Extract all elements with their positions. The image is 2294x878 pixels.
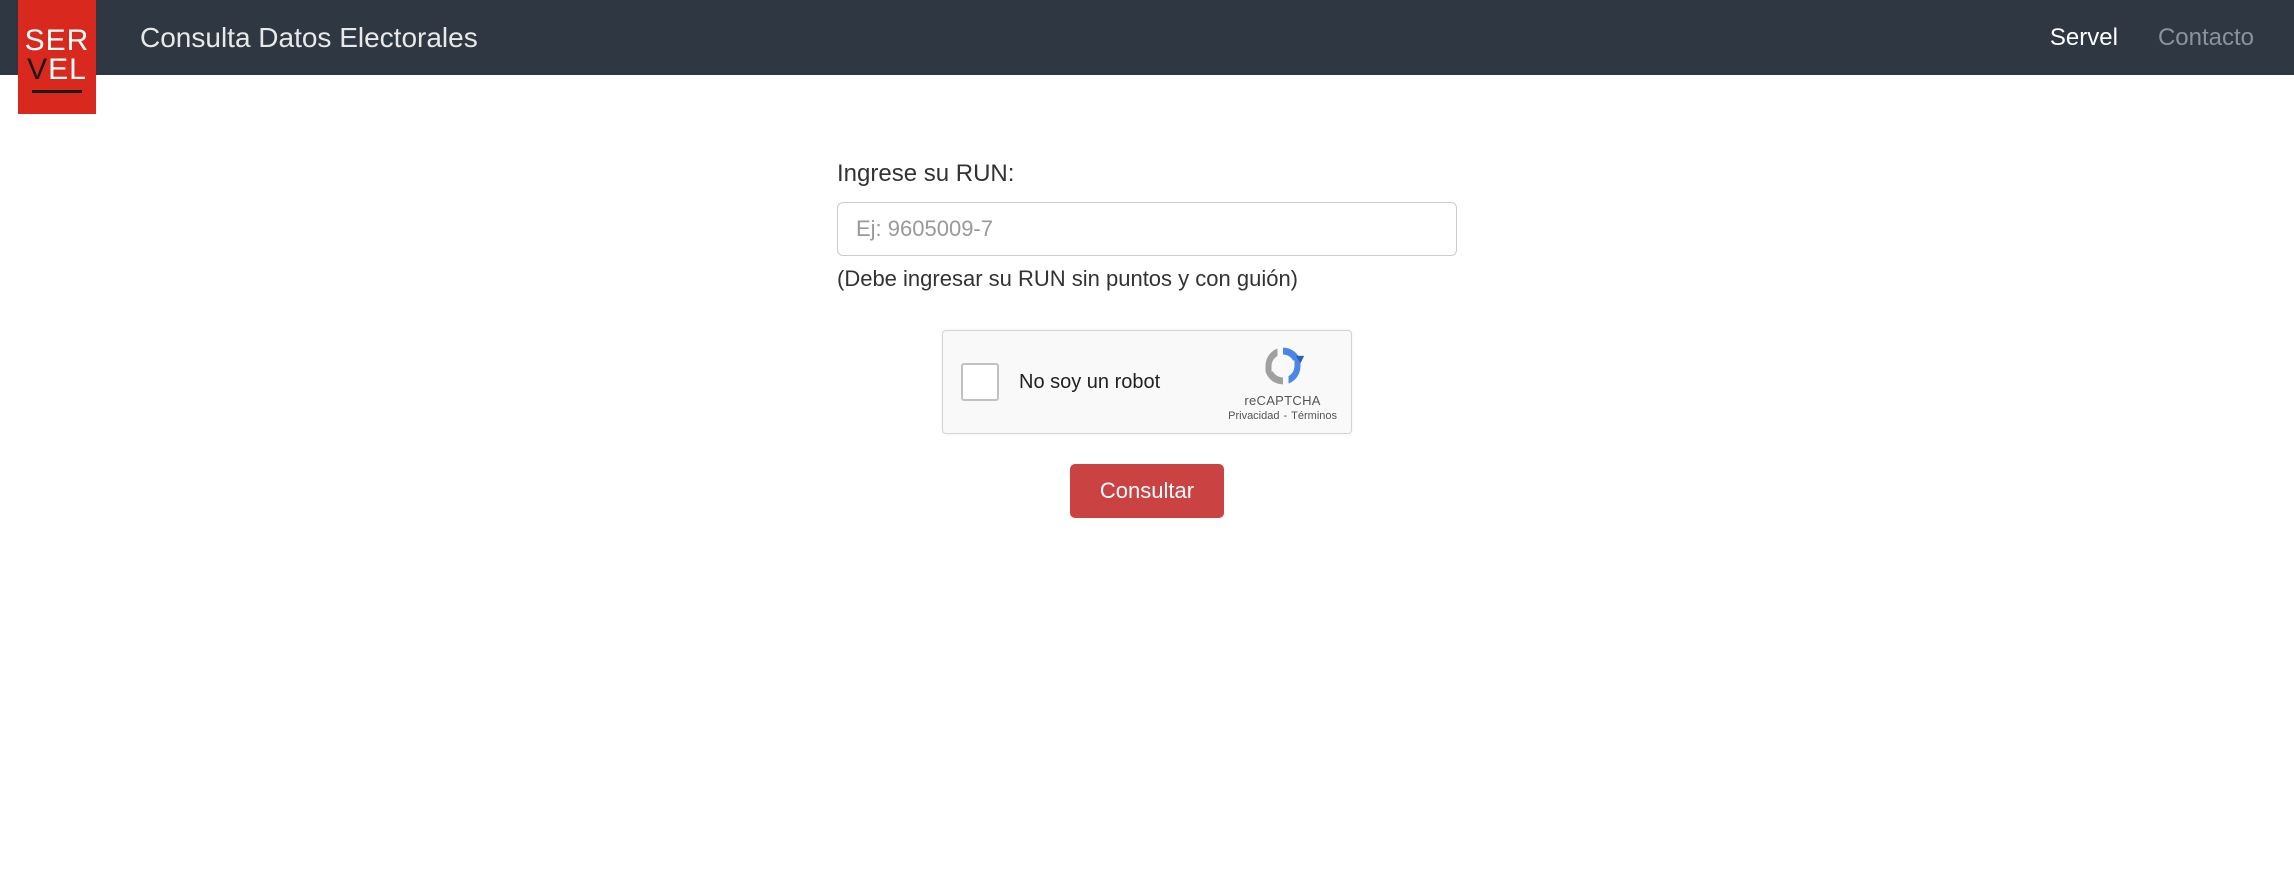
recaptcha-wrapper: No soy un robot reCAPTCHA Privacidad - T…	[837, 330, 1457, 434]
consultar-button[interactable]: Consultar	[1070, 464, 1224, 518]
recaptcha-brand-text: reCAPTCHA	[1244, 393, 1320, 408]
nav-link-servel[interactable]: Servel	[2050, 24, 2118, 52]
recaptcha-label: No soy un robot	[1019, 371, 1228, 394]
page-title: Consulta Datos Electorales	[140, 22, 478, 54]
run-label: Ingrese su RUN:	[837, 160, 1457, 188]
servel-logo[interactable]: SER VEL	[18, 0, 96, 114]
submit-wrapper: Consultar	[837, 464, 1457, 518]
recaptcha-links: Privacidad - Términos	[1228, 410, 1337, 422]
run-form: Ingrese su RUN: (Debe ingresar su RUN si…	[837, 160, 1457, 518]
logo-line-2: VEL	[27, 56, 87, 85]
nav-link-contacto[interactable]: Contacto	[2158, 24, 2254, 52]
recaptcha-separator: -	[1283, 410, 1287, 422]
logo-underline	[32, 90, 82, 93]
recaptcha-icon	[1260, 343, 1306, 389]
logo-line-1: SER	[25, 27, 90, 56]
nav-links: Servel Contacto	[2050, 24, 2254, 52]
recaptcha-brand: reCAPTCHA Privacidad - Términos	[1228, 343, 1337, 422]
run-help-text: (Debe ingresar su RUN sin puntos y con g…	[837, 266, 1457, 292]
navbar: SER VEL Consulta Datos Electorales Serve…	[0, 0, 2294, 75]
recaptcha-checkbox[interactable]	[961, 363, 999, 401]
main-content: Ingrese su RUN: (Debe ingresar su RUN si…	[0, 75, 2294, 518]
recaptcha-terms-link[interactable]: Términos	[1291, 410, 1337, 422]
recaptcha-privacy-link[interactable]: Privacidad	[1228, 410, 1279, 422]
run-input[interactable]	[837, 202, 1457, 256]
recaptcha-widget: No soy un robot reCAPTCHA Privacidad - T…	[942, 330, 1352, 434]
